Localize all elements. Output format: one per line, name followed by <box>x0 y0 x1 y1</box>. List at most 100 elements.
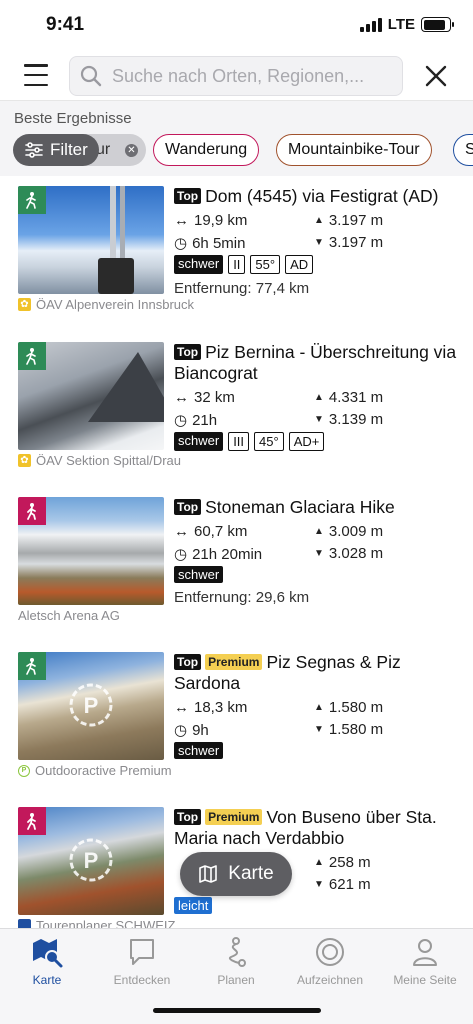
duration-value: 21h 20min <box>192 545 263 563</box>
chip-wanderung[interactable]: Wanderung <box>153 134 260 166</box>
chip-mountainbike-tour[interactable]: Mountainbike-Tour <box>276 134 432 166</box>
tour-card[interactable]: Top Stoneman Glaciara Hike ↔ 60,7 km ▲ 3.00… <box>0 487 473 643</box>
grade-badge: III <box>228 432 250 451</box>
ascent-icon: ▲ <box>314 215 324 226</box>
duration-stat: ◷ 9h <box>174 721 209 740</box>
tour-card[interactable]: Top Dom (4545) via Festigrat (AD) ↔ 19,9 k… <box>0 176 473 332</box>
source-name: ÖAV Alpenverein Innsbruck <box>36 297 195 312</box>
descent-value: 3.139 m <box>328 411 384 428</box>
tour-source: Tourenplaner SCHWEIZ <box>18 918 175 928</box>
ascent-value: 4.331 m <box>328 389 384 406</box>
source-name: Outdooractive Premium <box>35 763 172 778</box>
grade-badge: II <box>228 255 246 274</box>
tour-source: Aletsch Arena AG <box>18 608 120 623</box>
tag-premium: Premium <box>205 654 263 670</box>
grade-badge: AD <box>285 255 314 274</box>
tour-image <box>18 497 164 605</box>
chip-more[interactable]: S <box>453 134 473 166</box>
ascent-value: 258 m <box>328 854 371 871</box>
length-icon: ↔ <box>174 523 189 540</box>
length-icon: ↔ <box>174 699 189 716</box>
ascent-value: 1.580 m <box>328 699 384 716</box>
descent-value: 3.028 m <box>328 545 384 562</box>
tour-title-line: Top Dom (4545) via Festigrat (AD) <box>174 186 464 207</box>
tour-list: Top Dom (4545) via Festigrat (AD) ↔ 19,9 k… <box>0 176 473 928</box>
length-stat: ↔ 18,3 km <box>174 699 247 716</box>
descent-value: 3.197 m <box>328 234 384 251</box>
tab-planen[interactable]: Planen <box>189 935 283 993</box>
remove-chip-icon[interactable]: ✕ <box>125 144 138 157</box>
difficulty-badge: schwer <box>174 255 224 274</box>
grade-badge: 45° <box>254 432 284 451</box>
tour-image: P <box>18 807 164 915</box>
difficulty-badge: leicht <box>174 897 213 914</box>
tour-card[interactable]: P Top Premium Piz Segnas & Piz Sardona ↔ 18… <box>0 642 473 798</box>
length-stat: ↔ 32 km <box>174 389 235 406</box>
descent-value: 621 m <box>328 876 371 893</box>
tag-top: Top <box>174 344 202 360</box>
length-value: 19,9 km <box>194 212 248 229</box>
descent-stat: ▼ 3.028 m <box>314 545 383 562</box>
tag-top: Top <box>174 499 202 515</box>
tab-entdecken[interactable]: Entdecken <box>95 935 189 993</box>
tour-title-line: Top Stoneman Glaciara Hike <box>174 497 464 518</box>
tab-label: Entdecken <box>113 973 171 987</box>
source-name: Aletsch Arena AG <box>18 608 120 623</box>
length-value: 18,3 km <box>194 699 248 716</box>
tab-meine-seite[interactable]: Meine Seite <box>378 935 472 993</box>
duration-stat: ◷ 21h <box>174 411 217 430</box>
map-button-label: Karte <box>228 863 274 884</box>
ascent-stat: ▲ 258 m <box>314 854 371 871</box>
category-chips: ur ✕ Filter Wanderung Mountainbike-Tour … <box>0 134 473 168</box>
duration-stat: ◷ 6h 5min <box>174 234 245 253</box>
grade-badge: AD+ <box>288 432 325 451</box>
source-name: ÖAV Sektion Spittal/Drau <box>36 453 181 468</box>
duration-stat: ◷ 21h 20min <box>174 545 263 564</box>
tour-source: ✿ ÖAV Sektion Spittal/Drau <box>18 453 181 468</box>
length-value: 32 km <box>194 389 235 406</box>
tour-image <box>18 186 164 294</box>
filter-button[interactable]: Filter <box>13 134 99 166</box>
bergtour-icon <box>18 342 46 370</box>
tour-title-line: Top Premium Piz Segnas & Piz Sardona <box>174 652 464 694</box>
tour-title: Stoneman Glaciara Hike <box>205 497 395 517</box>
premium-icon: P <box>18 764 30 777</box>
tab-karte[interactable]: Karte <box>0 935 94 993</box>
search-input[interactable] <box>112 65 392 87</box>
tour-title-line: Top Piz Bernina - Überschreitung via Bian… <box>174 342 464 384</box>
ascent-stat: ▲ 3.009 m <box>314 523 383 540</box>
premium-badge-icon: P <box>69 683 113 727</box>
difficulty-badge: schwer <box>174 432 224 451</box>
search-box[interactable] <box>69 56 403 96</box>
tag-premium: Premium <box>205 809 263 825</box>
filter-area: Beste Ergebnisse ur ✕ Filter Wanderung M… <box>0 100 473 176</box>
results-label: Beste Ergebnisse <box>14 110 132 127</box>
tour-card[interactable]: Top Piz Bernina - Überschreitung via Bian… <box>0 332 473 488</box>
descent-value: 1.580 m <box>328 721 384 738</box>
clock-icon: ◷ <box>174 235 188 252</box>
grade-badge: 55° <box>250 255 281 274</box>
descent-stat: ▼ 3.197 m <box>314 234 383 251</box>
map-button[interactable]: Karte <box>180 852 292 896</box>
descent-stat: ▼ 621 m <box>314 876 371 893</box>
network-type: LTE <box>387 16 415 33</box>
record-icon <box>316 938 344 966</box>
ascent-icon: ▲ <box>314 526 324 537</box>
tag-top: Top <box>174 188 202 204</box>
descent-icon: ▼ <box>314 237 324 248</box>
edelweiss-icon: ✿ <box>18 454 31 467</box>
tab-aufzeichnen[interactable]: Aufzeichnen <box>283 935 377 993</box>
length-value: 60,7 km <box>194 523 248 540</box>
source-name: Tourenplaner SCHWEIZ <box>36 918 176 928</box>
ascent-icon: ▲ <box>314 857 324 868</box>
ascent-value: 3.197 m <box>328 212 384 229</box>
length-icon: ↔ <box>174 389 189 406</box>
close-icon[interactable] <box>424 64 448 88</box>
menu-button[interactable] <box>24 64 48 86</box>
descent-icon: ▼ <box>314 879 324 890</box>
difficulty-badge: schwer <box>174 566 224 583</box>
svg-text:P: P <box>84 693 99 718</box>
tab-label: Meine Seite <box>393 973 457 987</box>
distance-text: Entfernung: 77,4 km <box>174 280 310 297</box>
tag-top: Top <box>174 654 202 670</box>
